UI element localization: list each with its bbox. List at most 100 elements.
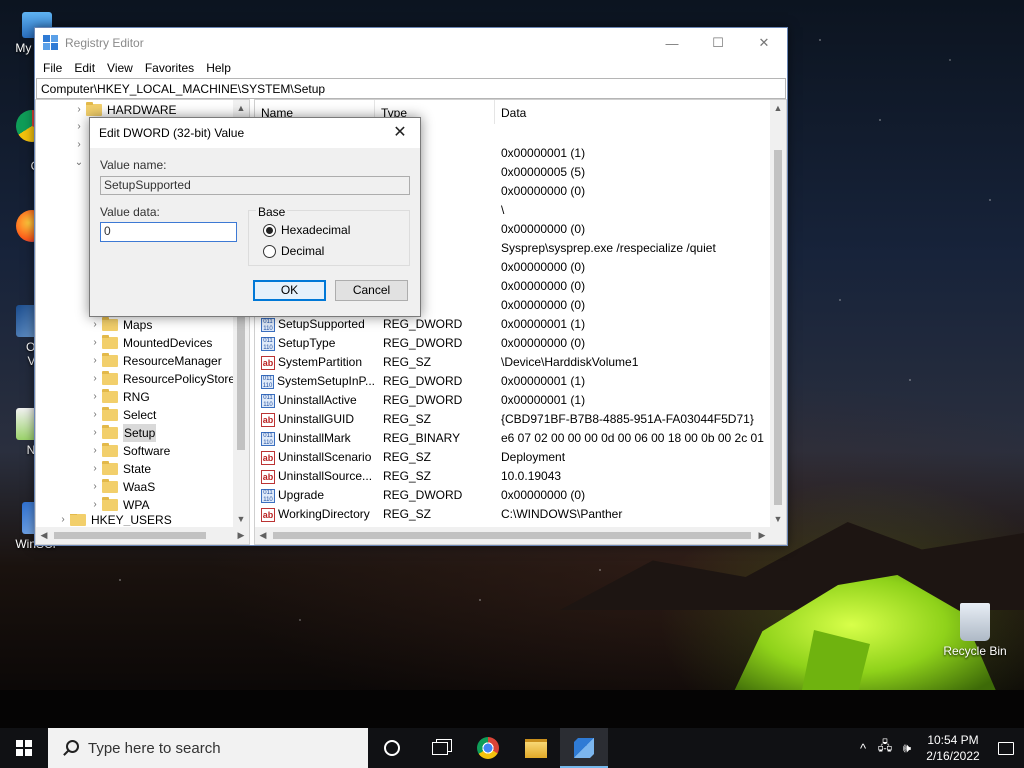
tree-item-select[interactable]: › Select: [88, 406, 156, 424]
close-button[interactable]: ✕: [741, 28, 787, 58]
menu-help[interactable]: Help: [200, 61, 237, 75]
action-center-button[interactable]: [988, 728, 1024, 768]
window-titlebar[interactable]: Registry Editor — ☐ ✕: [35, 28, 787, 58]
scroll-down-icon[interactable]: ▼: [233, 511, 249, 527]
list-row[interactable]: ab UninstallSource... REG_SZ 10.0.19043: [255, 467, 561, 486]
value-data-input[interactable]: 0: [100, 222, 237, 242]
list-row[interactable]: ab SystemPartition REG_SZ \Device\HarddiskV…: [255, 353, 638, 372]
radio-hexadecimal[interactable]: Hexadecimal: [263, 223, 350, 237]
wallpaper-ground: [0, 690, 1024, 728]
chevron-right-icon[interactable]: ›: [72, 136, 86, 154]
list-hscroll-thumb[interactable]: [273, 532, 751, 539]
tree-item-wpa[interactable]: › WPA: [88, 496, 149, 514]
taskbar-registry-editor[interactable]: [560, 728, 608, 768]
chevron-right-icon[interactable]: ›: [88, 316, 102, 334]
base-label: Base: [256, 205, 288, 219]
menu-file[interactable]: File: [37, 61, 68, 75]
chevron-right-icon[interactable]: ›: [72, 101, 86, 119]
scroll-up-icon[interactable]: ▲: [770, 100, 786, 116]
tree-item-mounteddevices[interactable]: › MountedDevices: [88, 334, 212, 352]
task-view-button[interactable]: [416, 728, 464, 768]
list-row[interactable]: 011 110 UninstallMark REG_BINARY e6 07 02 00…: [255, 429, 764, 448]
chevron-right-icon[interactable]: ›: [56, 514, 70, 526]
list-horizontal-scrollbar[interactable]: ◀ ▶: [255, 527, 786, 544]
tree-hscroll-thumb[interactable]: [54, 532, 206, 539]
clock-date: 2/16/2022: [926, 749, 980, 763]
chevron-right-icon[interactable]: ›: [88, 334, 102, 352]
list-row[interactable]: 011 110 UninstallActive REG_DWORD 0x00000001…: [255, 391, 585, 410]
folder-icon: [102, 425, 118, 439]
volume-icon[interactable]: 🕪: [896, 740, 918, 756]
taskbar-file-explorer[interactable]: [512, 728, 560, 768]
list-row[interactable]: ab WorkingDirectory REG_SZ C:\WINDOWS\Panth…: [255, 505, 622, 524]
show-hidden-icons-chevron-icon[interactable]: ^: [852, 741, 874, 756]
dialog-titlebar[interactable]: Edit DWORD (32-bit) Value ✕: [90, 118, 420, 148]
list-scroll-thumb[interactable]: [774, 150, 782, 505]
list-row[interactable]: ab UninstallGUID REG_SZ {CBD971BF-B7B8-4885…: [255, 410, 754, 429]
list-row[interactable]: 011 110 SetupSupported REG_DWORD 0x00000001 …: [255, 315, 585, 334]
scroll-up-icon[interactable]: ▲: [233, 100, 249, 116]
tree-item-resourcemanager[interactable]: › ResourceManager: [88, 352, 222, 370]
taskbar-chrome[interactable]: [464, 728, 512, 768]
list-row[interactable]: 011 110 Upgrade REG_DWORD 0x00000000 (0): [255, 486, 585, 505]
chevron-right-icon[interactable]: ›: [88, 370, 102, 388]
folder-icon: [86, 102, 102, 116]
column-data[interactable]: Data: [495, 100, 770, 124]
tree-item-maps[interactable]: › Maps: [88, 316, 152, 334]
list-row[interactable]: 011 110 SetupType REG_DWORD 0x00000000 (0): [255, 334, 585, 353]
scroll-down-icon[interactable]: ▼: [770, 511, 786, 527]
menu-view[interactable]: View: [101, 61, 139, 75]
scroll-right-icon[interactable]: ▶: [754, 527, 770, 543]
tree-chevron-partial: ⌄: [72, 154, 86, 172]
chevron-right-icon[interactable]: ›: [88, 406, 102, 424]
desktop-icon-recycle-bin[interactable]: Recycle Bin: [937, 603, 1013, 658]
list-vertical-scrollbar[interactable]: ▲ ▼: [770, 100, 786, 527]
taskbar-search-box[interactable]: Type here to search: [48, 728, 368, 768]
chevron-right-icon[interactable]: ›: [88, 388, 102, 406]
cancel-button[interactable]: Cancel: [335, 280, 408, 301]
reg-binary-icon: 011 110: [261, 317, 275, 332]
network-icon[interactable]: 🖧: [874, 737, 896, 759]
chevron-right-icon[interactable]: ›: [72, 118, 86, 136]
folder-icon: [102, 335, 118, 349]
chevron-right-icon[interactable]: ›: [88, 460, 102, 478]
list-row[interactable]: 011 110 SystemSetupInP... REG_DWORD 0x000000…: [255, 372, 585, 391]
tree-item-waas[interactable]: › WaaS: [88, 478, 155, 496]
maximize-button[interactable]: ☐: [695, 28, 741, 58]
start-button[interactable]: [0, 728, 48, 768]
scroll-left-icon[interactable]: ◀: [36, 527, 52, 543]
chevron-right-icon[interactable]: ›: [88, 442, 102, 460]
menu-bar: File Edit View Favorites Help: [35, 58, 787, 78]
chevron-down-icon[interactable]: ⌄: [72, 154, 86, 172]
scroll-right-icon[interactable]: ▶: [233, 527, 249, 543]
chevron-right-icon[interactable]: ›: [88, 478, 102, 496]
folder-icon: [102, 389, 118, 403]
tree-item-software[interactable]: › Software: [88, 442, 170, 460]
reg-string-icon: ab: [261, 507, 275, 522]
folder-icon: [102, 443, 118, 457]
scroll-left-icon[interactable]: ◀: [255, 527, 271, 543]
tree-item-resourcepolicystore[interactable]: › ResourcePolicyStore: [88, 370, 235, 388]
window-title: Registry Editor: [65, 36, 144, 50]
taskbar-clock[interactable]: 10:54 PM 2/16/2022: [918, 732, 988, 764]
chevron-right-icon[interactable]: ›: [88, 496, 102, 514]
menu-edit[interactable]: Edit: [68, 61, 101, 75]
radio-selected-icon: [263, 223, 276, 237]
tree-item-rng[interactable]: › RNG: [88, 388, 150, 406]
list-row[interactable]: ab UninstallScenario REG_SZ Deployment: [255, 448, 565, 467]
minimize-button[interactable]: —: [649, 28, 695, 58]
ok-button[interactable]: OK: [253, 280, 326, 301]
menu-favorites[interactable]: Favorites: [139, 61, 200, 75]
chevron-right-icon[interactable]: ›: [88, 424, 102, 442]
chevron-right-icon[interactable]: ›: [88, 352, 102, 370]
tree-item-state[interactable]: › State: [88, 460, 151, 478]
cortana-button[interactable]: [368, 728, 416, 768]
tree-item-hkey-users[interactable]: › HKEY_USERS: [56, 514, 172, 526]
radio-decimal[interactable]: Decimal: [263, 244, 324, 258]
tree-item-setup[interactable]: › Setup: [88, 424, 157, 442]
tree-horizontal-scrollbar[interactable]: ◀ ▶: [36, 527, 249, 544]
address-bar[interactable]: Computer\HKEY_LOCAL_MACHINE\SYSTEM\Setup: [36, 78, 786, 99]
edit-dword-dialog: Edit DWORD (32-bit) Value ✕ Value name: …: [89, 117, 421, 317]
reg-string-icon: ab: [261, 450, 275, 465]
dialog-close-button[interactable]: ✕: [386, 118, 414, 148]
